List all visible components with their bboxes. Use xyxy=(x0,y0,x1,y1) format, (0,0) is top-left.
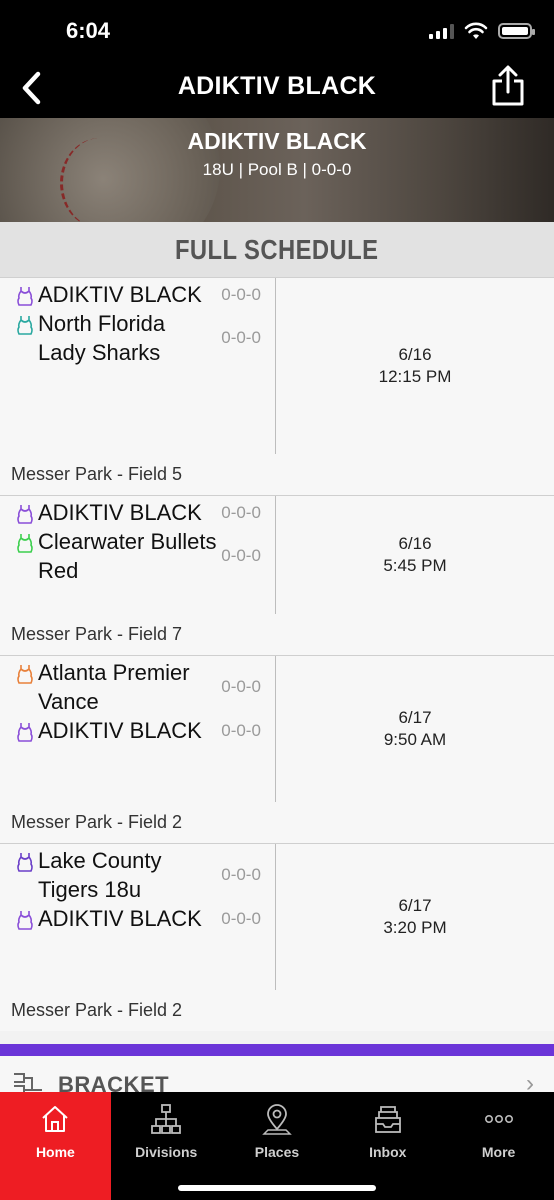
game-venue: Messer Park - Field 7 xyxy=(11,624,183,644)
team-record: 0-0-0 xyxy=(221,908,261,928)
home-indicator xyxy=(178,1185,376,1191)
jersey-icon xyxy=(12,504,38,524)
team-row[interactable]: ADIKTIV BLACK 0-0-0 xyxy=(12,280,275,309)
divisions-icon xyxy=(151,1104,182,1134)
game-date: 6/17 xyxy=(398,708,432,727)
team-record: 0-0-0 xyxy=(221,502,261,522)
game-venue: Messer Park - Field 5 xyxy=(11,464,183,484)
tab-bar: Home Divisions Places Inbox More xyxy=(0,1092,554,1200)
game-card[interactable]: ADIKTIV BLACK 0-0-0 North Florida Lady S… xyxy=(0,278,554,496)
team-info-subtitle: 18U | Pool B | 0-0-0 xyxy=(202,160,352,179)
team-record: 0-0-0 xyxy=(221,720,261,740)
game-date: 6/16 xyxy=(398,534,432,553)
game-teams: ADIKTIV BLACK 0-0-0 Clearwater Bullets R… xyxy=(0,496,276,614)
tab-home[interactable]: Home xyxy=(0,1092,111,1200)
game-card[interactable]: Atlanta Premier Vance 0-0-0 ADIKTIV BLAC… xyxy=(0,656,554,844)
cellular-signal-icon xyxy=(429,23,454,39)
tab-places[interactable]: Places xyxy=(222,1092,333,1200)
chevron-right-icon: › xyxy=(526,1070,534,1092)
game-venue: Messer Park - Field 2 xyxy=(11,1000,183,1020)
tab-label: Divisions xyxy=(135,1144,198,1160)
team-name: Clearwater Bullets Red xyxy=(38,529,217,583)
share-icon xyxy=(492,65,524,106)
nav-title: ADIKTIV BLACK xyxy=(177,72,377,100)
team-record: 0-0-0 xyxy=(221,865,261,884)
game-datetime: 6/17 9:50 AM xyxy=(276,656,554,802)
jersey-icon xyxy=(12,286,38,306)
game-teams: ADIKTIV BLACK 0-0-0 North Florida Lady S… xyxy=(0,278,276,454)
team-row[interactable]: ADIKTIV BLACK 0-0-0 xyxy=(12,904,275,933)
team-row[interactable]: Clearwater Bullets Red 0-0-0 xyxy=(12,527,275,585)
game-date: 6/16 xyxy=(398,345,432,364)
status-time: 6:04 xyxy=(66,18,111,43)
schedule-list: ADIKTIV BLACK 0-0-0 North Florida Lady S… xyxy=(0,278,554,1031)
game-time: 12:15 PM xyxy=(378,367,452,386)
game-teams: Lake County Tigers 18u 0-0-0 ADIKTIV BLA… xyxy=(0,844,276,990)
team-row[interactable]: ADIKTIV BLACK 0-0-0 xyxy=(12,498,275,527)
game-card[interactable]: Lake County Tigers 18u 0-0-0 ADIKTIV BLA… xyxy=(0,844,554,1031)
tab-inbox[interactable]: Inbox xyxy=(332,1092,443,1200)
jersey-icon xyxy=(12,852,38,872)
team-record: 0-0-0 xyxy=(221,677,261,696)
bracket-icon xyxy=(14,1073,42,1092)
tab-label: Home xyxy=(35,1144,75,1160)
game-card[interactable]: ADIKTIV BLACK 0-0-0 Clearwater Bullets R… xyxy=(0,496,554,656)
team-record: 0-0-0 xyxy=(221,284,261,304)
team-name: Atlanta Premier Vance xyxy=(38,660,190,714)
share-button[interactable] xyxy=(488,64,528,108)
team-name: North Florida Lady Sharks xyxy=(38,311,166,365)
game-datetime: 6/16 12:15 PM xyxy=(276,278,554,454)
team-row[interactable]: ADIKTIV BLACK 0-0-0 xyxy=(12,716,275,745)
game-venue: Messer Park - Field 2 xyxy=(11,812,183,832)
game-teams: Atlanta Premier Vance 0-0-0 ADIKTIV BLAC… xyxy=(0,656,276,802)
battery-icon xyxy=(498,23,535,39)
team-name: Lake County Tigers 18u xyxy=(38,848,162,902)
team-row[interactable]: North Florida Lady Sharks 0-0-0 xyxy=(12,309,275,367)
game-time: 9:50 AM xyxy=(383,730,447,749)
jersey-icon xyxy=(12,664,38,684)
tab-label: Inbox xyxy=(369,1144,407,1160)
tab-more[interactable]: More xyxy=(443,1092,554,1200)
team-name: ADIKTIV BLACK xyxy=(38,718,202,743)
jersey-icon xyxy=(12,722,38,742)
section-title: FULL SCHEDULE xyxy=(175,233,379,265)
team-row[interactable]: Atlanta Premier Vance 0-0-0 xyxy=(12,658,275,716)
game-date: 6/17 xyxy=(398,896,432,915)
team-record: 0-0-0 xyxy=(221,328,261,347)
jersey-icon xyxy=(12,315,38,335)
game-time: 5:45 PM xyxy=(383,556,447,575)
game-time: 3:20 PM xyxy=(383,918,447,937)
team-name: ADIKTIV BLACK xyxy=(38,500,202,525)
team-banner: ADIKTIV BLACK 18U | Pool B | 0-0-0 xyxy=(0,118,554,222)
tab-label: More xyxy=(481,1144,516,1160)
inbox-icon xyxy=(374,1106,401,1133)
game-datetime: 6/17 3:20 PM xyxy=(276,844,554,990)
team-record: 0-0-0 xyxy=(221,546,261,565)
team-name: ADIKTIV BLACK xyxy=(38,282,202,307)
game-datetime: 6/16 5:45 PM xyxy=(276,496,554,614)
full-schedule-header: FULL SCHEDULE xyxy=(0,222,554,278)
wifi-icon xyxy=(464,22,488,39)
home-icon xyxy=(42,1106,69,1132)
tab-label: Places xyxy=(254,1144,300,1160)
section-divider xyxy=(0,1044,554,1056)
team-name-heading: ADIKTIV BLACK xyxy=(187,128,367,154)
team-name: ADIKTIV BLACK xyxy=(38,906,202,931)
bracket-row[interactable]: BRACKET › xyxy=(0,1056,554,1092)
status-icons xyxy=(429,22,535,40)
jersey-icon xyxy=(12,533,38,553)
more-icon xyxy=(484,1115,513,1124)
team-row[interactable]: Lake County Tigers 18u 0-0-0 xyxy=(12,846,275,904)
tab-divisions[interactable]: Divisions xyxy=(111,1092,222,1200)
map-pin-icon xyxy=(262,1104,292,1135)
jersey-icon xyxy=(12,910,38,930)
bracket-label: BRACKET xyxy=(58,1072,170,1092)
top-bar: 6:04 ADIKTIV BLACK xyxy=(0,0,554,118)
